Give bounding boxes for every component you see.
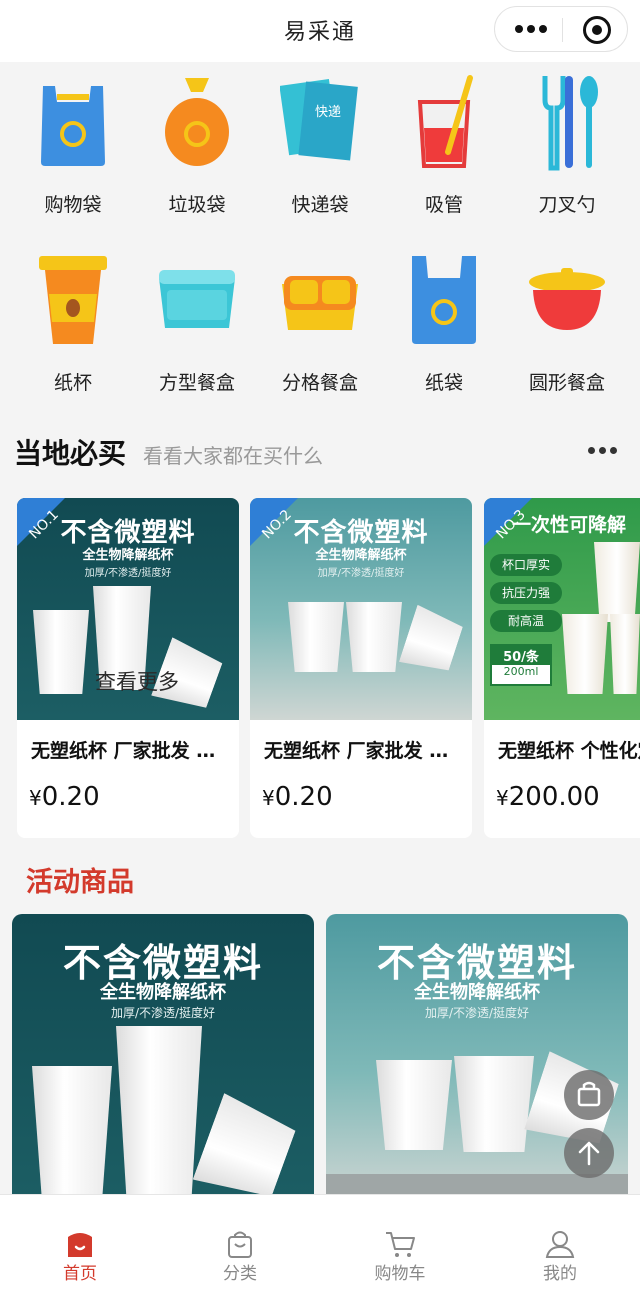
pack-info: 50/条 200ml — [490, 644, 552, 686]
tab-label: 我的 — [543, 1264, 577, 1284]
feature-tag: 抗压力强 — [490, 582, 562, 604]
home-icon — [68, 1233, 92, 1257]
tab-label: 分类 — [223, 1264, 257, 1284]
category-paper-bag[interactable]: 纸袋 — [382, 250, 506, 410]
category-garbage-bag[interactable]: 垃圾袋 — [135, 72, 259, 232]
product-name: 无塑纸杯 个性化定制 — [498, 740, 640, 762]
rank-badge: NO.3 — [484, 498, 532, 546]
category-round-box[interactable]: 圆形餐盒 — [505, 250, 629, 410]
back-to-top-button[interactable] — [564, 1128, 614, 1178]
category-label: 方型餐盒 — [158, 372, 235, 394]
miniprogram-capsule — [494, 6, 628, 52]
product-card[interactable]: 不含微塑料 全生物降解纸杯 加厚/不渗透/挺度好 NO.2 无塑纸杯 厂家批发 … — [250, 498, 472, 838]
activity-product-card[interactable]: 不含微塑料 全生物降解纸杯 加厚/不渗透/挺度好 — [12, 914, 314, 1204]
product-image: 一次性可降解 杯口厚实 抗压力强 耐高温 50/条 200ml NO.3 — [484, 498, 640, 720]
category-express-bag[interactable]: 快递 快递袋 — [258, 72, 382, 232]
section-title-local: 当地必买 — [14, 437, 127, 470]
product-name: 无塑纸杯 厂家批发 批量定制 — [31, 740, 231, 762]
image-note: 加厚/不渗透/挺度好 — [424, 1006, 530, 1020]
rank-badge: NO.1 — [17, 498, 65, 546]
cutlery-icon — [542, 76, 598, 171]
close-miniprogram-icon[interactable] — [583, 16, 611, 44]
express-bag-icon: 快递 — [280, 79, 358, 161]
arrow-up-icon — [578, 1141, 600, 1166]
shopping-bag-icon — [41, 86, 105, 166]
product-image: 不含微塑料 全生物降解纸杯 加厚/不渗透/挺度好 NO.2 — [250, 498, 472, 720]
cart-bag-icon — [577, 1081, 601, 1107]
product-price: ¥0.20 — [29, 782, 100, 812]
straw-icon — [417, 75, 473, 168]
category-label: 圆形餐盒 — [528, 372, 605, 394]
cup-graphic — [399, 605, 465, 678]
product-card[interactable]: 一次性可降解 杯口厚实 抗压力强 耐高温 50/条 200ml NO.3 无塑纸… — [484, 498, 640, 838]
product-price: ¥200.00 — [496, 782, 600, 812]
category-label: 吸管 — [424, 194, 463, 216]
cup-graphic — [116, 1026, 202, 1196]
paper-bag-icon — [412, 256, 476, 344]
product-image: 不含微塑料 全生物降解纸杯 加厚/不渗透/挺度好 查看更多 NO.1 — [17, 498, 239, 720]
bottom-tab-bar: 首页 分类 购物车 我的 — [0, 1194, 640, 1290]
product-card[interactable]: 不含微塑料 全生物降解纸杯 加厚/不渗透/挺度好 查看更多 NO.1 无塑纸杯 … — [17, 498, 239, 838]
cup-graphic — [454, 1056, 534, 1152]
paper-cup-icon — [39, 256, 107, 344]
section-subtitle-local: 看看大家都在买什么 — [143, 444, 323, 468]
cup-graphic — [594, 542, 640, 622]
section-more-icon[interactable] — [588, 446, 618, 456]
garbage-bag-icon — [165, 78, 229, 166]
view-more-link[interactable]: 查看更多 — [95, 666, 179, 696]
tab-label: 首页 — [63, 1264, 97, 1284]
cup-graphic — [33, 610, 89, 694]
category-straw[interactable]: 吸管 — [382, 72, 506, 232]
category-shopping-bag[interactable]: 购物袋 — [11, 72, 135, 232]
cup-graphic — [562, 614, 608, 694]
category-square-box[interactable]: 方型餐盒 — [135, 250, 259, 410]
tab-home[interactable]: 首页 — [0, 1195, 160, 1290]
tab-label: 购物车 — [374, 1264, 426, 1284]
capsule-divider — [562, 18, 563, 42]
cup-graphic — [376, 1060, 452, 1150]
category-label: 快递袋 — [291, 194, 349, 216]
category-paper-cup[interactable]: 纸杯 — [11, 250, 135, 410]
tab-mine[interactable]: 我的 — [480, 1195, 640, 1290]
category-label: 分格餐盒 — [281, 372, 358, 394]
square-box-icon — [159, 270, 235, 328]
cup-graphic — [346, 602, 402, 672]
category-label: 垃圾袋 — [168, 194, 226, 216]
feature-tag: 耐高温 — [490, 610, 562, 632]
category-bag-icon — [228, 1231, 252, 1258]
more-menu-icon[interactable] — [515, 22, 547, 36]
product-price: ¥0.20 — [262, 782, 333, 812]
compartment-box-icon — [282, 276, 358, 330]
cup-graphic — [610, 614, 640, 694]
express-label: 快递 — [315, 105, 341, 120]
cup-graphic — [32, 1066, 112, 1196]
category-label: 刀叉勺 — [538, 194, 596, 216]
cart-icon — [386, 1232, 415, 1257]
floating-cart-button[interactable] — [564, 1070, 614, 1120]
image-subline: 全生物降解纸杯 — [414, 982, 540, 1003]
user-icon — [545, 1231, 575, 1258]
category-label: 纸袋 — [424, 372, 463, 394]
category-label: 纸杯 — [53, 372, 92, 394]
category-cutlery[interactable]: 刀叉勺 — [505, 72, 629, 232]
section-title-activity: 活动商品 — [26, 867, 134, 898]
category-label: 购物袋 — [44, 194, 102, 216]
tab-category[interactable]: 分类 — [160, 1195, 320, 1290]
category-compartment-box[interactable]: 分格餐盒 — [258, 250, 382, 410]
image-note: 加厚/不渗透/挺度好 — [110, 1006, 216, 1020]
tab-cart[interactable]: 购物车 — [320, 1195, 480, 1290]
rank-badge: NO.2 — [250, 498, 298, 546]
cup-graphic — [193, 1093, 300, 1204]
cup-graphic — [288, 602, 344, 672]
round-box-icon — [529, 268, 605, 330]
product-name: 无塑纸杯 厂家批发 批量定制 — [264, 740, 464, 762]
navigation-bar: 易采通 — [0, 0, 640, 62]
image-subline: 全生物降解纸杯 — [100, 982, 226, 1003]
